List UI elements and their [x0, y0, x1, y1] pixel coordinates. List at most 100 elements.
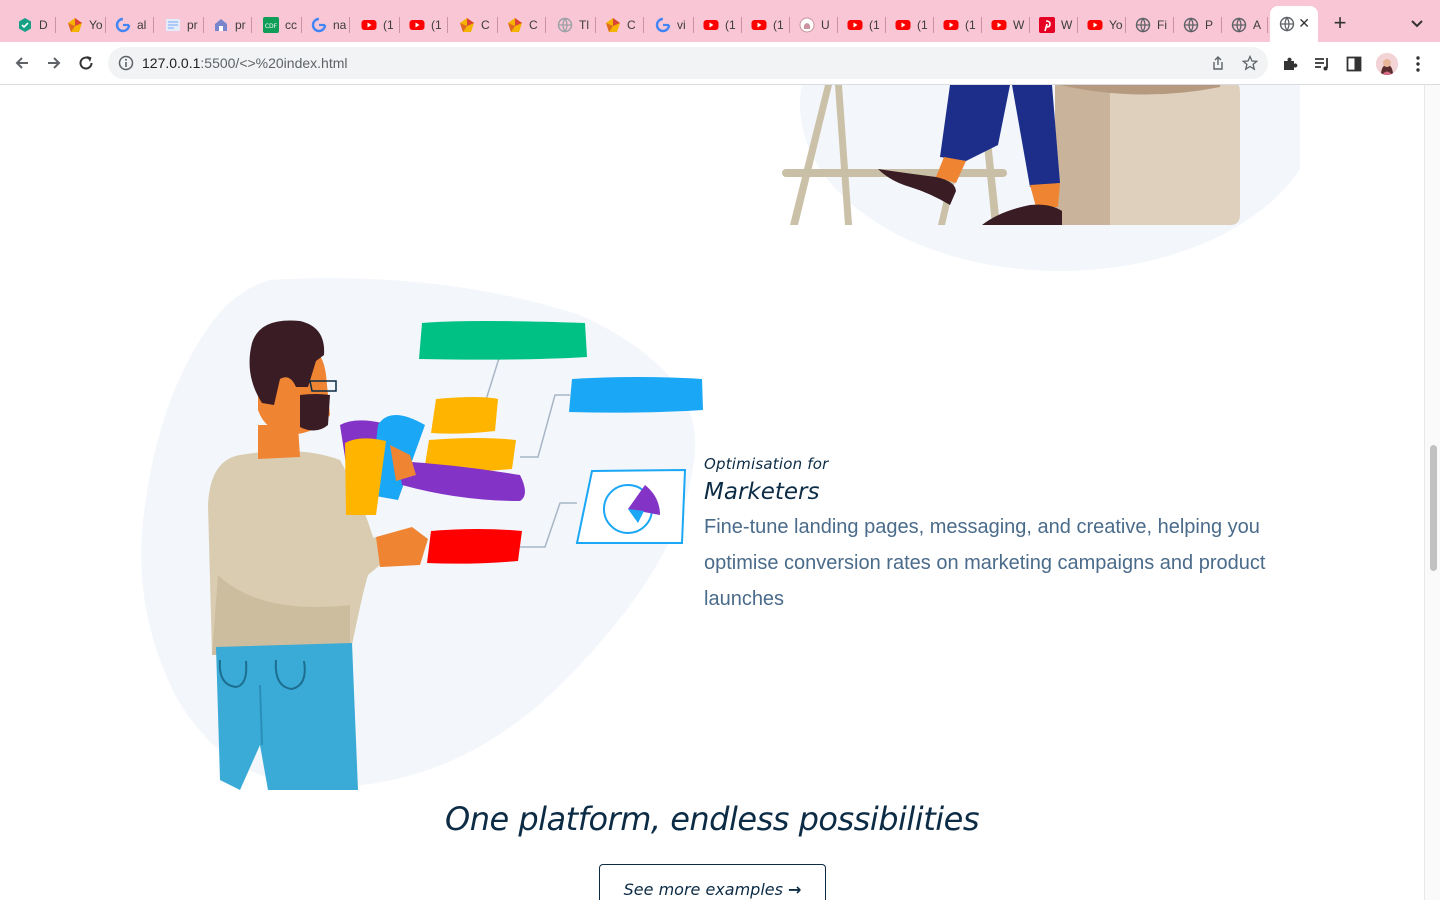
browser-tab[interactable]: (1	[694, 9, 742, 41]
browser-tab[interactable]: W	[1030, 9, 1078, 41]
tab-title: C	[529, 18, 538, 32]
browser-tab[interactable]: (1	[838, 9, 886, 41]
tab-title: U	[821, 18, 830, 32]
marketer-flowchart-illustration	[141, 278, 703, 790]
browser-tab[interactable]: (1	[742, 9, 790, 41]
tab-title: (1	[773, 18, 784, 32]
globe-icon	[557, 17, 573, 33]
sitting-person-illustration	[782, 85, 1300, 271]
browser-tab[interactable]: U	[790, 9, 838, 41]
browser-tab[interactable]: al	[106, 9, 154, 41]
globe-icon	[1279, 16, 1295, 32]
browser-tab[interactable]: Fi	[1126, 9, 1174, 41]
tab-title: (1	[917, 18, 928, 32]
browser-tab[interactable]: C	[450, 9, 498, 41]
tab-title: (1	[965, 18, 976, 32]
arrow-right-icon: →	[787, 879, 802, 899]
browser-tab[interactable]: pr	[156, 9, 204, 41]
browser-tab[interactable]: C	[596, 9, 644, 41]
google-icon	[115, 17, 131, 33]
tab-title: Yo	[1109, 18, 1123, 32]
tab-title: C	[481, 18, 490, 32]
tab-strip: D Yo al pr pr CDF cc na (1 (1 C C Tl Cvi (1 (1 U (1 (1 (1 W W…	[0, 0, 1440, 42]
browser-tab[interactable]: Yo	[1078, 9, 1126, 41]
browser-menu-button[interactable]	[1408, 54, 1428, 74]
browser-tab[interactable]: (1	[934, 9, 982, 41]
youtube-icon	[847, 17, 863, 33]
globe-icon	[1231, 17, 1247, 33]
browser-tab[interactable]: na	[302, 9, 350, 41]
tab-search-button[interactable]	[1406, 14, 1428, 34]
browser-tab[interactable]: (1	[352, 9, 400, 41]
tab-title: (1	[431, 18, 442, 32]
youtube-icon	[409, 17, 425, 33]
browser-tab[interactable]: W	[982, 9, 1030, 41]
site-info-icon[interactable]	[118, 55, 134, 71]
youtube-icon	[703, 17, 719, 33]
svg-text:CDF: CDF	[265, 23, 278, 30]
close-tab-icon[interactable]: ✕	[1298, 15, 1310, 32]
cta-label: See more examples	[623, 879, 783, 899]
tab-title: na	[333, 18, 347, 32]
tab-title: W	[1013, 18, 1025, 32]
tab-divider	[545, 17, 546, 33]
side-panel-button[interactable]	[1344, 54, 1364, 74]
tab-title: C	[627, 18, 636, 32]
browser-tab[interactable]: C	[498, 9, 546, 41]
browser-tab[interactable]: pr	[204, 9, 252, 41]
share-icon[interactable]	[1210, 55, 1226, 71]
github-icon	[799, 17, 815, 33]
browser-toolbar: 127.0.0.1:5500/<>%20index.html	[0, 42, 1440, 85]
feature-title: Marketers	[704, 479, 820, 505]
browser-tab[interactable]: Yo	[58, 9, 106, 41]
see-more-examples-button[interactable]: See more examples →	[599, 864, 826, 900]
browser-tab[interactable]: Tl	[548, 9, 596, 41]
playlist-music-icon	[1315, 58, 1328, 71]
reload-button[interactable]	[74, 51, 98, 75]
address-bar[interactable]: 127.0.0.1:5500/<>%20index.html	[108, 47, 1268, 79]
browser-tab[interactable]: vi	[646, 9, 694, 41]
tab-title: Fi	[1157, 18, 1167, 32]
back-arrow-icon	[15, 57, 28, 69]
tab-title: P	[1205, 18, 1214, 32]
tab-active[interactable]: ✕	[1270, 6, 1318, 42]
tab-divider	[447, 17, 448, 33]
browser-tab[interactable]: CDF cc	[254, 9, 302, 41]
globe-icon	[1135, 17, 1151, 33]
google-icon	[311, 17, 327, 33]
new-tab-button[interactable]: +	[1327, 12, 1353, 34]
url-host: 127.0.0.1	[142, 55, 201, 71]
tab-title: (1	[383, 18, 394, 32]
page-scrollbar[interactable]	[1424, 85, 1440, 900]
cdf-icon: CDF	[263, 17, 279, 33]
globe-icon	[1183, 17, 1199, 33]
url-text[interactable]: 127.0.0.1:5500/<>%20index.html	[142, 55, 348, 71]
forward-arrow-icon	[48, 57, 61, 69]
browser-tab[interactable]: (1	[400, 9, 448, 41]
forward-button[interactable]	[42, 51, 66, 75]
tab-divider	[55, 17, 56, 33]
media-control-button[interactable]	[1312, 54, 1332, 74]
youtube-icon	[751, 17, 767, 33]
chevron-down-icon	[1411, 20, 1423, 28]
scrollbar-thumb[interactable]	[1430, 445, 1437, 571]
back-button[interactable]	[10, 51, 34, 75]
youtube-icon	[361, 17, 377, 33]
browser-tab[interactable]: P	[1174, 9, 1222, 41]
hex-app-icon	[17, 17, 33, 33]
browser-tab[interactable]: A	[1222, 9, 1268, 41]
browser-tab[interactable]: (1	[886, 9, 934, 41]
pinterest-icon	[1039, 17, 1055, 33]
extensions-button[interactable]	[1280, 54, 1300, 74]
browser-tab[interactable]: D	[8, 9, 56, 41]
puzzle-icon	[1284, 57, 1298, 70]
profile-avatar[interactable]	[1376, 53, 1398, 75]
tab-title: (1	[869, 18, 880, 32]
tab-title: vi	[677, 18, 686, 32]
feature-eyebrow: Optimisation for	[704, 455, 829, 473]
doc-thumb-icon	[165, 17, 181, 33]
side-panel-icon	[1346, 56, 1362, 72]
youtube-icon	[943, 17, 959, 33]
site-icon	[213, 17, 229, 33]
bookmark-star-icon[interactable]	[1242, 55, 1258, 71]
